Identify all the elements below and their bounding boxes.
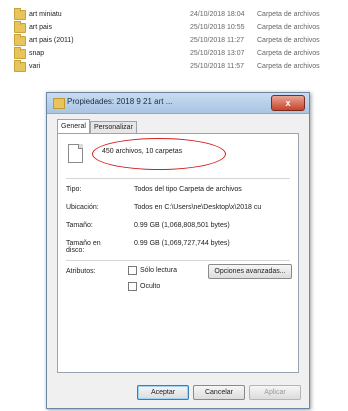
file-row[interactable]: art miniatu 24/10/2018 18:04 Carpeta de … <box>0 8 348 21</box>
tamano-value: 0.99 GB (1,068,808,501 bytes) <box>134 222 230 229</box>
file-type: Carpeta de archivos <box>257 37 320 44</box>
file-date: 25/10/2018 11:57 <box>190 63 244 70</box>
opciones-avanzadas-button[interactable]: Opciones avanzadas... <box>208 264 292 279</box>
checkbox-box[interactable] <box>128 282 137 291</box>
document-icon <box>68 144 83 163</box>
file-name: vari <box>29 63 41 70</box>
folder-icon <box>14 60 26 72</box>
aceptar-button[interactable]: Aceptar <box>137 385 189 400</box>
file-count: 450 archivos, 10 carpetas <box>102 148 183 155</box>
file-row[interactable]: snap 25/10/2018 13:07 Carpeta de archivo… <box>0 47 348 60</box>
file-date: 25/10/2018 13:07 <box>190 50 245 57</box>
dialog-title: Propiedades: 2018 9 21 art ... <box>67 97 173 106</box>
folder-icon <box>14 34 26 46</box>
file-row[interactable]: vari 25/10/2018 11:57 Carpeta de archivo… <box>0 60 348 73</box>
close-button[interactable]: x <box>271 95 305 111</box>
solo-lectura-checkbox[interactable]: Sólo lectura <box>128 266 177 275</box>
file-name: art pais (2011) <box>29 37 74 44</box>
file-type: Carpeta de archivos <box>257 24 320 31</box>
file-type: Carpeta de archivos <box>257 50 320 57</box>
ubicacion-value: Todos en C:\Users\ne\Desktop\x\2018 cu <box>134 204 262 211</box>
tamano-label: Tamaño: <box>66 222 93 229</box>
dialog-titlebar[interactable]: Propiedades: 2018 9 21 art ... x <box>47 93 309 114</box>
tamano-disco-label: Tamaño en disco: <box>66 240 101 254</box>
checkbox-box[interactable] <box>128 266 137 275</box>
separator <box>66 260 290 261</box>
tamano-disco-value: 0.99 GB (1,069,727,744 bytes) <box>134 240 230 247</box>
ubicacion-label: Ubicación: <box>66 204 99 211</box>
file-date: 24/10/2018 18:04 <box>190 11 245 18</box>
file-name: snap <box>29 50 45 57</box>
file-row[interactable]: art pais 25/10/2018 10:55 Carpeta de arc… <box>0 21 348 34</box>
separator <box>66 178 290 179</box>
tab-personalizar[interactable]: Personalizar <box>90 121 137 133</box>
folder-icon <box>14 47 26 59</box>
tipo-label: Tipo: <box>66 186 82 193</box>
folder-icon <box>14 8 26 20</box>
solo-lectura-label: Sólo lectura <box>140 267 177 274</box>
file-name: art miniatu <box>29 11 62 18</box>
file-date: 25/10/2018 11:27 <box>190 37 244 44</box>
folder-icon <box>14 21 26 33</box>
tipo-value: Todos del tipo Carpeta de archivos <box>134 186 242 193</box>
properties-dialog: Propiedades: 2018 9 21 art ... x General… <box>46 92 310 409</box>
atributos-label: Atributos: <box>66 268 96 275</box>
folder-icon <box>53 98 65 109</box>
cancelar-button[interactable]: Cancelar <box>193 385 245 400</box>
file-name: art pais <box>29 24 52 31</box>
file-row[interactable]: art pais (2011) 25/10/2018 11:27 Carpeta… <box>0 34 348 47</box>
file-type: Carpeta de archivos <box>257 63 320 70</box>
oculto-checkbox[interactable]: Oculto <box>128 282 160 291</box>
aplicar-button[interactable]: Aplicar <box>249 385 301 400</box>
file-date: 25/10/2018 10:55 <box>190 24 245 31</box>
oculto-label: Oculto <box>140 283 161 290</box>
general-panel: 450 archivos, 10 carpetas Tipo: Todos de… <box>57 133 299 373</box>
tab-general[interactable]: General <box>57 119 90 133</box>
file-type: Carpeta de archivos <box>257 11 320 18</box>
